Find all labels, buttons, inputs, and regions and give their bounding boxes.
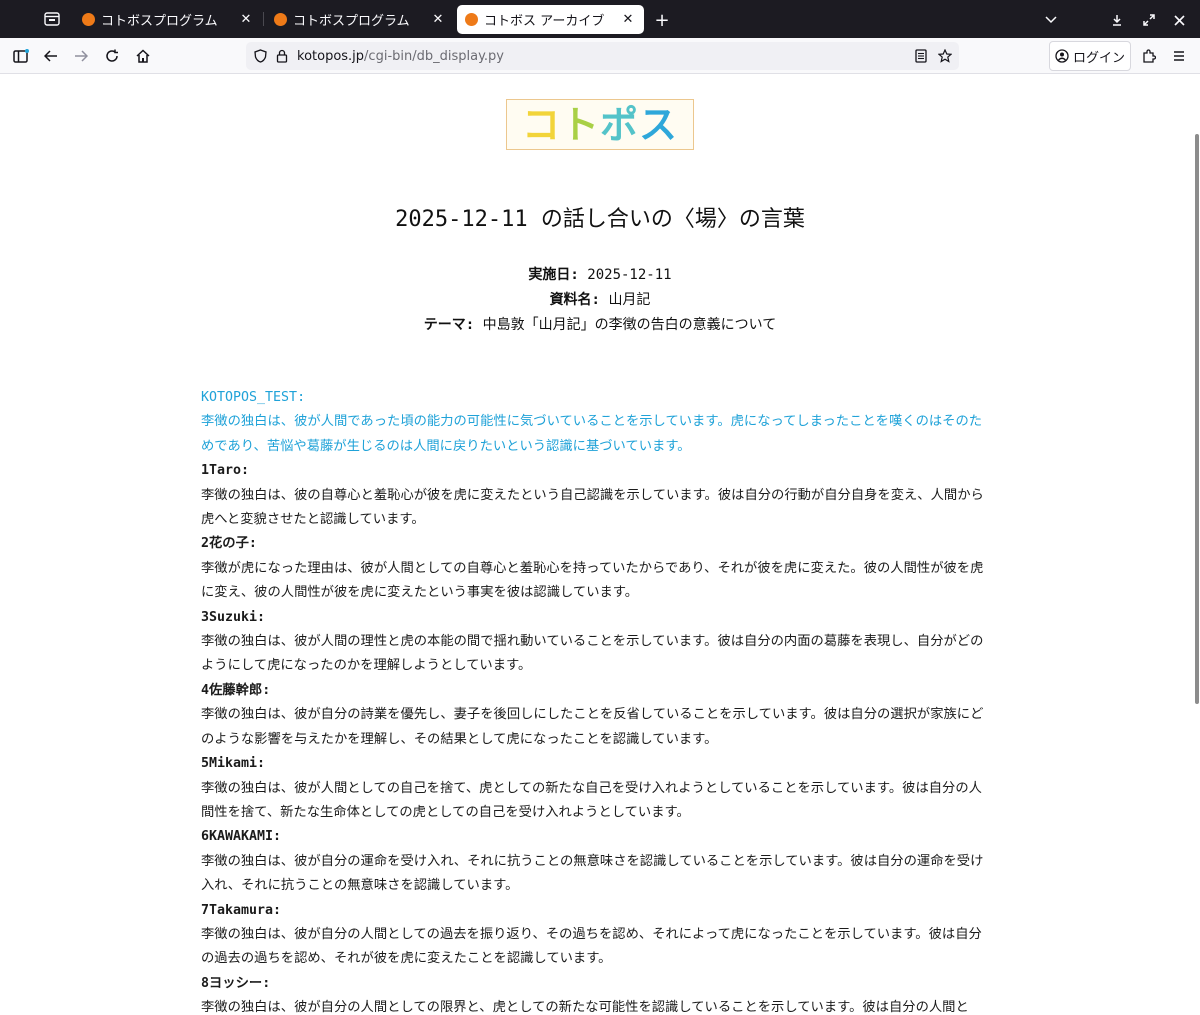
comment-author: 3Suzuki:: [201, 609, 266, 625]
logo-text: コトポス: [522, 106, 678, 144]
navigation-bar: kotopos.jp/cgi-bin/db_display.py ログイン: [0, 38, 1200, 74]
comment-list: KOTOPOS_TEST: 李徴の独白は、彼が人間であった頃の能力の可能性に気づ…: [201, 386, 991, 1015]
logo-char: ス: [639, 102, 679, 147]
firefox-view-icon: [44, 12, 60, 26]
date-row: 実施日: 2025-12-11: [0, 264, 1200, 284]
arrow-right-icon: [75, 50, 88, 62]
url-text[interactable]: kotopos.jp/cgi-bin/db_display.py: [297, 49, 504, 64]
comment-item: 5Mikami: 李徴の独白は、彼が人間としての自己を捨て、虎としての新たな自己…: [201, 752, 991, 825]
kotopos-favicon-icon: [82, 13, 95, 26]
material-row: 資料名: 山月記: [0, 289, 1200, 309]
comment-item: KOTOPOS_TEST: 李徴の独白は、彼が人間であった頃の能力の可能性に気づ…: [201, 386, 991, 459]
tab-title: コトボスプログラム: [293, 14, 410, 29]
comment-item: 7Takamura: 李徴の独白は、彼が自分の人間としての過去を振り返り、その過…: [201, 899, 991, 972]
hamburger-menu-icon: [1174, 51, 1184, 61]
comment-author: 6KAWAKAMI:: [201, 829, 282, 845]
kotopos-favicon-icon: [465, 13, 478, 26]
sidebar-button[interactable]: [8, 43, 34, 69]
tab-title: コトボス アーカイブ: [484, 14, 605, 29]
shield-icon[interactable]: [251, 47, 269, 65]
close-icon[interactable]: ✕: [238, 12, 254, 28]
close-icon[interactable]: ✕: [620, 12, 636, 28]
comment-text: 李徴の独白は、彼が自分の人間としての過去を振り返り、その過ちを認め、それによって…: [201, 926, 982, 967]
url-domain: kotopos.jp: [297, 48, 365, 64]
tab-title: コトボスプログラム: [101, 14, 218, 29]
comment-item: 4佐藤幹郎: 李徴の独白は、彼が自分の詩業を優先し、妻子を後回しにしたことを反省…: [201, 679, 991, 752]
close-icon: [1173, 14, 1185, 26]
puzzle-icon: [1143, 49, 1156, 63]
url-path: /cgi-bin/db_display.py: [364, 48, 504, 64]
comment-text: 李徴の独白は、彼が自分の詩業を優先し、妻子を後回しにしたことを反省していることを…: [201, 707, 984, 747]
minimize-icon: [1113, 15, 1121, 26]
tab-2[interactable]: コトボスプログラム ✕: [266, 5, 454, 34]
login-label: ログイン: [1072, 50, 1125, 66]
account-icon: [1055, 49, 1069, 63]
comment-item: 6KAWAKAMI: 李徴の独白は、彼が自分の運命を受け入れ、それに抗うことの無…: [201, 825, 991, 898]
comment-text: 李徴が虎になった理由は、彼が人間としての自尊心と羞恥心を持っていたからであり、そ…: [201, 560, 984, 601]
comment-item: 8ヨッシー: 李徴の独白は、彼が自分の人間としての限界と、虎としての新たな可能性…: [201, 972, 991, 1015]
comment-author: 8ヨッシー:: [201, 975, 271, 991]
comment-text: 李徴の独白は、彼が人間としての自己を捨て、虎としての新たな自己を受け入れようとし…: [201, 780, 982, 820]
comment-author: 7Takamura:: [201, 902, 282, 918]
comment-author: KOTOPOS_TEST:: [201, 390, 306, 405]
comment-text: 李徴の独白は、彼が人間の理性と虎の本能の間で揺れ動いていることを示しています。彼…: [201, 634, 984, 674]
reader-view-icon[interactable]: [912, 47, 930, 65]
minimize-button[interactable]: [1106, 9, 1128, 31]
theme-label: テーマ:: [423, 317, 475, 333]
page-title: 2025-12-11 の話し合いの〈場〉の言葉: [395, 207, 805, 232]
chevron-down-icon: [1045, 16, 1057, 24]
arrow-left-icon: [44, 50, 57, 62]
back-button[interactable]: [38, 43, 64, 69]
extensions-button[interactable]: [1136, 43, 1162, 69]
maximize-icon: [1143, 14, 1155, 26]
tab-3-active[interactable]: コトボス アーカイブ ✕: [457, 5, 644, 34]
theme-row: テーマ: 中島敦「山月記」の李徴の告白の意義について: [0, 314, 1200, 334]
theme-value: 中島敦「山月記」の李徴の告白の意義について: [482, 317, 777, 333]
close-icon[interactable]: ✕: [430, 12, 446, 28]
kotopos-favicon-icon: [274, 13, 287, 26]
close-window-button[interactable]: [1168, 9, 1190, 31]
sidebar-icon: [13, 49, 29, 63]
bookmark-star-icon[interactable]: [936, 47, 954, 65]
date-label: 実施日:: [528, 267, 579, 283]
kotopos-logo: コトポス: [506, 99, 694, 150]
comment-author: 4佐藤幹郎:: [201, 682, 271, 698]
tab-1[interactable]: コトボスプログラム ✕: [74, 5, 262, 34]
logo-char: ポ: [600, 102, 640, 147]
comment-text: 李徴の独白は、彼の自尊心と羞恥心が彼を虎に変えたという自己認識を示しています。彼…: [201, 487, 984, 528]
comment-item: 3Suzuki: 李徴の独白は、彼が人間の理性と虎の本能の間で揺れ動いていること…: [201, 606, 991, 679]
logo-char: ト: [560, 102, 600, 147]
page-content[interactable]: コトポス 2025-12-11 の話し合いの〈場〉の言葉 実施日: 2025-1…: [0, 74, 1200, 1015]
comment-author: 1Taro:: [201, 463, 250, 479]
material-value: 山月記: [608, 292, 651, 308]
home-icon: [136, 49, 150, 63]
comment-text: 李徴の独白は、彼が人間であった頃の能力の可能性に気づいていることを示しています。…: [201, 414, 983, 454]
comment-author: 5Mikami:: [201, 756, 266, 772]
url-bar[interactable]: kotopos.jp/cgi-bin/db_display.py: [246, 42, 959, 70]
material-label: 資料名:: [549, 292, 600, 308]
login-button[interactable]: ログイン: [1049, 41, 1131, 71]
lock-icon[interactable]: [273, 47, 291, 65]
date-value: 2025-12-11: [587, 267, 672, 283]
comment-author: 2花の子:: [201, 536, 257, 552]
reload-button[interactable]: [99, 43, 125, 69]
comment-item: 1Taro: 李徴の独白は、彼の自尊心と羞恥心が彼を虎に変えたという自己認識を示…: [201, 459, 991, 532]
reload-icon: [106, 49, 118, 62]
home-button[interactable]: [130, 43, 156, 69]
maximize-button[interactable]: [1138, 9, 1160, 31]
menu-button[interactable]: [1166, 43, 1192, 69]
comment-item: 2花の子: 李徴が虎になった理由は、彼が人間としての自尊心と羞恥心を持っていたか…: [201, 532, 991, 605]
comment-text: 李徴の独白は、彼が自分の人間としての限界と、虎としての新たな可能性を認識している…: [201, 1000, 969, 1015]
plus-icon: +: [654, 9, 670, 31]
comment-text: 李徴の独白は、彼が自分の運命を受け入れ、それに抗うことの無意味さを認識しているこ…: [201, 853, 984, 894]
logo-char: コ: [521, 102, 561, 147]
firefox-view-button[interactable]: [38, 7, 66, 31]
tab-strip: コトボスプログラム ✕ コトボスプログラム ✕ コトボス アーカイブ ✕ +: [0, 0, 1200, 38]
list-all-tabs-button[interactable]: [1040, 9, 1062, 31]
tab-separator: [263, 12, 264, 26]
forward-button[interactable]: [68, 43, 94, 69]
new-tab-button[interactable]: +: [651, 9, 673, 31]
